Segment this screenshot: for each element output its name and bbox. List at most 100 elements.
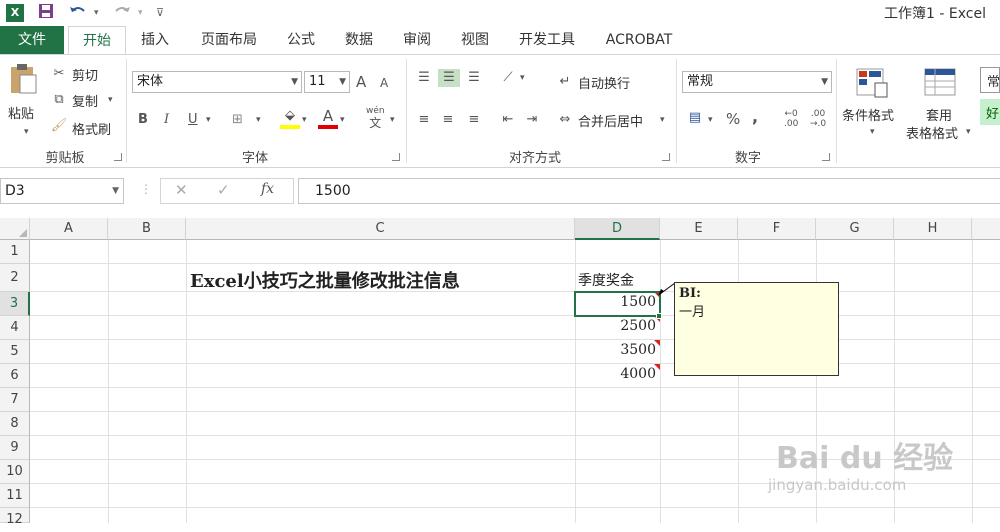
style-normal[interactable]: 常 xyxy=(980,67,1000,93)
sheet-title-cell[interactable]: Excel小技巧之批量修改批注信息 xyxy=(190,267,460,293)
merge-center-icon[interactable]: ⇔ xyxy=(556,111,574,129)
accounting-format-icon[interactable]: ▤ xyxy=(684,109,706,127)
tab-view[interactable]: 视图 xyxy=(450,26,500,54)
bold-icon[interactable]: B xyxy=(138,111,148,129)
row-header-10[interactable]: 10 xyxy=(0,460,30,484)
format-painter-button[interactable]: 格式刷 xyxy=(72,119,111,138)
copy-icon[interactable]: ⧉ xyxy=(50,91,68,109)
clipboard-launcher-icon[interactable] xyxy=(114,153,122,161)
font-color-icon[interactable]: A xyxy=(318,107,338,129)
percent-icon[interactable]: % xyxy=(726,110,740,128)
row-header-6[interactable]: 6 xyxy=(0,364,30,388)
underline-dropdown-icon[interactable]: ▾ xyxy=(206,111,211,129)
align-middle-icon[interactable]: ☰ xyxy=(438,69,460,87)
name-box[interactable]: D3 ▼ xyxy=(0,178,124,204)
merge-dropdown-icon[interactable]: ▾ xyxy=(660,111,665,129)
font-color-dropdown-icon[interactable]: ▾ xyxy=(340,111,345,129)
align-bottom-icon[interactable]: ☰ xyxy=(464,69,484,87)
tab-acrobat[interactable]: ACROBAT xyxy=(596,26,682,54)
font-launcher-icon[interactable] xyxy=(392,153,400,161)
align-center-icon[interactable]: ≡ xyxy=(438,111,458,129)
enter-icon[interactable]: ✓ xyxy=(217,181,230,199)
row-header-7[interactable]: 7 xyxy=(0,388,30,412)
conditional-dropdown-icon[interactable]: ▾ xyxy=(870,123,875,141)
undo-icon[interactable] xyxy=(68,3,90,23)
row-header-3[interactable]: 3 xyxy=(0,292,30,316)
style-good[interactable]: 好 xyxy=(980,99,1000,125)
column-header-d[interactable]: D xyxy=(575,218,660,240)
row-header-8[interactable]: 8 xyxy=(0,412,30,436)
conditional-format-button[interactable]: 条件格式 xyxy=(842,105,894,124)
copy-dropdown-icon[interactable]: ▾ xyxy=(108,91,113,109)
cell-d5[interactable]: 3500 xyxy=(575,342,660,358)
insert-function-icon[interactable]: fx xyxy=(261,181,274,197)
row-header-1[interactable]: 1 xyxy=(0,240,30,264)
tab-insert[interactable]: 插入 xyxy=(130,26,180,54)
comment-box[interactable]: BI: 一月 xyxy=(674,282,839,376)
cell-d6[interactable]: 4000 xyxy=(575,366,660,382)
conditional-format-icon[interactable] xyxy=(854,67,890,101)
decrease-decimal-icon[interactable]: .00 →.0 xyxy=(810,109,826,129)
decrease-indent-icon[interactable]: ⇤ xyxy=(498,111,518,129)
increase-decimal-icon[interactable]: ←0 .00 xyxy=(784,109,798,129)
formula-input[interactable]: 1500 xyxy=(298,178,1000,204)
format-as-table-line1[interactable]: 套用 xyxy=(926,105,952,124)
tab-page-layout[interactable]: 页面布局 xyxy=(190,26,268,54)
phonetic-dropdown-icon[interactable]: ▾ xyxy=(390,111,395,129)
underline-icon[interactable]: U xyxy=(188,111,198,129)
row-header-9[interactable]: 9 xyxy=(0,436,30,460)
shrink-font-icon[interactable]: A xyxy=(380,74,388,92)
redo-icon[interactable] xyxy=(112,3,134,23)
accounting-dropdown-icon[interactable]: ▾ xyxy=(708,111,713,129)
borders-icon[interactable]: ⊞ xyxy=(232,111,243,129)
align-top-icon[interactable]: ☰ xyxy=(414,69,434,87)
paste-icon[interactable] xyxy=(6,63,40,97)
format-as-table-line2[interactable]: 表格格式 xyxy=(906,123,958,142)
tab-file[interactable]: 文件 xyxy=(0,26,64,54)
save-icon[interactable] xyxy=(38,3,54,23)
comma-style-icon[interactable]: , xyxy=(752,108,758,126)
more-options-icon[interactable]: ⋮ xyxy=(140,182,152,196)
font-name-select[interactable]: 宋体 ▼ xyxy=(132,71,302,93)
column-header-h[interactable]: H xyxy=(894,218,972,240)
tab-data[interactable]: 数据 xyxy=(334,26,384,54)
row-header-5[interactable]: 5 xyxy=(0,340,30,364)
merge-center-button[interactable]: 合并后居中 xyxy=(578,111,643,130)
copy-button[interactable]: 复制 xyxy=(72,91,98,110)
column-header-g[interactable]: G xyxy=(816,218,894,240)
borders-dropdown-icon[interactable]: ▾ xyxy=(256,111,261,129)
column-header-c[interactable]: C xyxy=(186,218,575,240)
format-painter-icon[interactable]: 🖌 xyxy=(50,117,68,135)
column-header-f[interactable]: F xyxy=(738,218,816,240)
cut-button[interactable]: 剪切 xyxy=(72,65,98,84)
cell-d2[interactable]: 季度奖金 xyxy=(578,270,634,290)
alignment-launcher-icon[interactable] xyxy=(662,153,670,161)
wrap-text-button[interactable]: 自动换行 xyxy=(578,73,630,92)
fill-color-icon[interactable]: ⬙ xyxy=(280,107,300,129)
fill-handle[interactable] xyxy=(656,313,662,319)
paste-button[interactable]: 粘贴 xyxy=(8,103,34,122)
cut-icon[interactable]: ✂ xyxy=(50,65,68,83)
increase-indent-icon[interactable]: ⇥ xyxy=(522,111,542,129)
row-header-4[interactable]: 4 xyxy=(0,316,30,340)
wrap-text-icon[interactable]: ↵ xyxy=(556,73,574,91)
row-header-2[interactable]: 2 xyxy=(0,264,30,292)
orientation-icon[interactable]: ⟋ xyxy=(498,69,518,87)
align-right-icon[interactable]: ≡ xyxy=(464,111,484,129)
cell-d4[interactable]: 2500 xyxy=(575,318,660,334)
format-table-dropdown-icon[interactable]: ▾ xyxy=(966,123,971,141)
tab-formulas[interactable]: 公式 xyxy=(276,26,326,54)
row-header-11[interactable]: 11 xyxy=(0,484,30,508)
column-header-b[interactable]: B xyxy=(108,218,186,240)
tab-home[interactable]: 开始 xyxy=(68,26,126,54)
worksheet-grid[interactable]: A B C D E F G H 1 2 3 4 5 6 7 8 9 10 11 … xyxy=(0,218,1000,527)
format-as-table-icon[interactable] xyxy=(922,67,958,101)
row-header-12[interactable]: 12 xyxy=(0,508,30,527)
paste-dropdown-icon[interactable]: ▾ xyxy=(24,123,29,141)
orientation-dropdown-icon[interactable]: ▾ xyxy=(520,69,525,87)
align-left-icon[interactable]: ≡ xyxy=(414,111,434,129)
fill-color-dropdown-icon[interactable]: ▾ xyxy=(302,111,307,129)
customize-qat-icon[interactable]: ⊽ xyxy=(156,3,164,23)
select-all-corner[interactable] xyxy=(0,218,30,240)
undo-dropdown-icon[interactable]: ▾ xyxy=(94,3,99,23)
